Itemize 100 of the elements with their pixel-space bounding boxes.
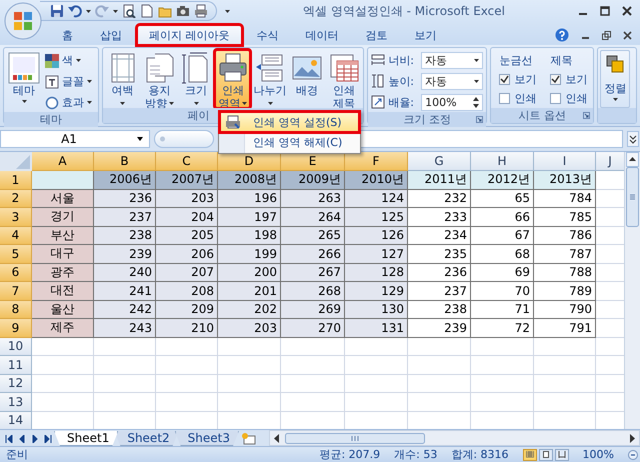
ribbon-tab[interactable]: 홈: [50, 25, 85, 45]
checkbox[interactable]: 인쇄: [550, 89, 588, 108]
maximize-icon[interactable]: [600, 6, 610, 16]
spin-arrows-icon: [473, 96, 480, 108]
row-header[interactable]: 3: [0, 208, 32, 227]
ribbon-tab[interactable]: 데이터: [294, 25, 350, 45]
close-icon[interactable]: [623, 30, 632, 40]
checkbox[interactable]: 보기: [550, 70, 588, 89]
row-header[interactable]: 1: [0, 171, 32, 190]
restore-icon[interactable]: [602, 30, 611, 40]
column-header[interactable]: J: [596, 152, 624, 172]
column-header[interactable]: C: [156, 152, 218, 172]
office-button-icon[interactable]: [4, 2, 42, 40]
ribbon-tab[interactable]: 보기: [402, 25, 448, 45]
next-sheet-icon[interactable]: [31, 434, 39, 442]
scale-spin-field[interactable]: 100%: [421, 94, 484, 110]
table-cell: 72: [471, 319, 534, 338]
first-sheet-icon[interactable]: [5, 434, 13, 442]
ribbon-button[interactable]: 크기: [178, 50, 214, 108]
table-cell: [156, 393, 218, 412]
column-header[interactable]: G: [408, 152, 471, 172]
column-header[interactable]: F: [345, 152, 408, 172]
checkbox[interactable]: 보기: [499, 70, 536, 89]
theme-option-button[interactable]: 효과: [43, 93, 94, 112]
theme-option-button[interactable]: 글꼴: [43, 72, 94, 91]
row-header[interactable]: 6: [0, 264, 32, 282]
help-icon[interactable]: [555, 28, 569, 42]
row-header[interactable]: 12: [0, 374, 32, 394]
expand-formula-bar-icon[interactable]: [627, 131, 639, 148]
menu-item[interactable]: 인쇄 영역 설정(S): [220, 112, 359, 132]
view-button[interactable]: [522, 448, 537, 460]
insert-sheet-icon[interactable]: [240, 432, 257, 446]
checkbox[interactable]: 인쇄: [499, 89, 536, 108]
table-cell: [345, 356, 408, 375]
column-header[interactable]: A: [32, 152, 94, 172]
table-cell: 266: [281, 245, 345, 264]
dialog-launcher-icon[interactable]: [583, 112, 590, 119]
row-header[interactable]: 8: [0, 300, 32, 320]
table-cell: [471, 356, 534, 375]
ribbon-tab[interactable]: 삽입: [88, 25, 134, 45]
table-cell: 129: [345, 282, 408, 301]
print-preview-icon[interactable]: [122, 4, 136, 18]
ribbon-button[interactable]: 여백: [105, 50, 140, 108]
theme-option-button[interactable]: 색: [43, 51, 94, 70]
table-cell: 66: [471, 208, 534, 227]
row-header[interactable]: 2: [0, 190, 32, 208]
scale-dropdown-field[interactable]: 자동: [421, 72, 484, 90]
view-button[interactable]: [538, 448, 553, 460]
view-button[interactable]: [554, 448, 569, 460]
table-cell: 791: [534, 319, 596, 338]
table-cell: 200: [218, 264, 281, 282]
row-header[interactable]: 4: [0, 226, 32, 246]
ribbon-tab[interactable]: 검토: [354, 25, 400, 45]
column-header[interactable]: H: [471, 152, 534, 172]
zoom-out-button[interactable]: [628, 450, 638, 460]
row-header[interactable]: 5: [0, 245, 32, 264]
new-document-icon[interactable]: [140, 4, 154, 18]
row-header[interactable]: 7: [0, 282, 32, 301]
group-label: 테마: [40, 112, 62, 127]
scroll-right-button[interactable]: [628, 434, 636, 442]
save-icon[interactable]: [50, 4, 64, 18]
scale-dropdown-field[interactable]: 자동: [421, 52, 484, 68]
scroll-left-button[interactable]: [272, 434, 281, 442]
table-cell: [156, 374, 218, 394]
ribbon-button[interactable]: 배경: [290, 50, 325, 108]
table-cell: 790: [534, 300, 596, 320]
row-header[interactable]: 13: [0, 393, 32, 412]
row-header[interactable]: 11: [0, 356, 32, 375]
printer-icon[interactable]: [194, 4, 208, 18]
dialog-launcher-icon[interactable]: [476, 116, 484, 123]
row-header[interactable]: 14: [0, 412, 32, 429]
arrange-button[interactable]: 정렬: [600, 50, 630, 108]
sheet-tab[interactable]: Sheet1: [54, 431, 118, 446]
checkmark-icon: [500, 75, 510, 84]
table-cell: 788: [534, 264, 596, 282]
column-header[interactable]: B: [94, 152, 156, 172]
table-cell: [408, 374, 471, 394]
close-icon[interactable]: [622, 6, 632, 16]
column-header[interactable]: I: [534, 152, 596, 172]
table-cell: [218, 356, 281, 375]
row-header[interactable]: 9: [0, 319, 32, 338]
ribbon-tab[interactable]: 수식: [244, 25, 290, 45]
table-cell: 264: [281, 208, 345, 227]
ribbon-tab[interactable]: 페이지 레이아웃: [137, 25, 242, 45]
scrollbar-thumb[interactable]: [284, 432, 425, 444]
sheet-tab[interactable]: Sheet2: [114, 431, 179, 446]
camera-icon[interactable]: [176, 4, 190, 18]
ribbon-button[interactable]: 나누기: [252, 50, 288, 108]
themes-button[interactable]: 테마: [6, 50, 42, 108]
table-cell: [32, 338, 94, 356]
row-header[interactable]: 10: [0, 338, 32, 356]
ribbon-button[interactable]: 인쇄 제목: [326, 50, 362, 108]
last-sheet-icon[interactable]: [44, 434, 52, 442]
undo-icon[interactable]: [68, 4, 82, 18]
name-box[interactable]: A1: [0, 130, 150, 148]
scrollbar-thumb[interactable]: [626, 167, 639, 228]
sheet-tab[interactable]: Sheet3: [174, 431, 239, 446]
scroll-up-button[interactable]: [626, 152, 639, 168]
menu-item[interactable]: 인쇄 영역 해제(C): [220, 132, 359, 152]
previous-sheet-icon[interactable]: [18, 434, 26, 442]
